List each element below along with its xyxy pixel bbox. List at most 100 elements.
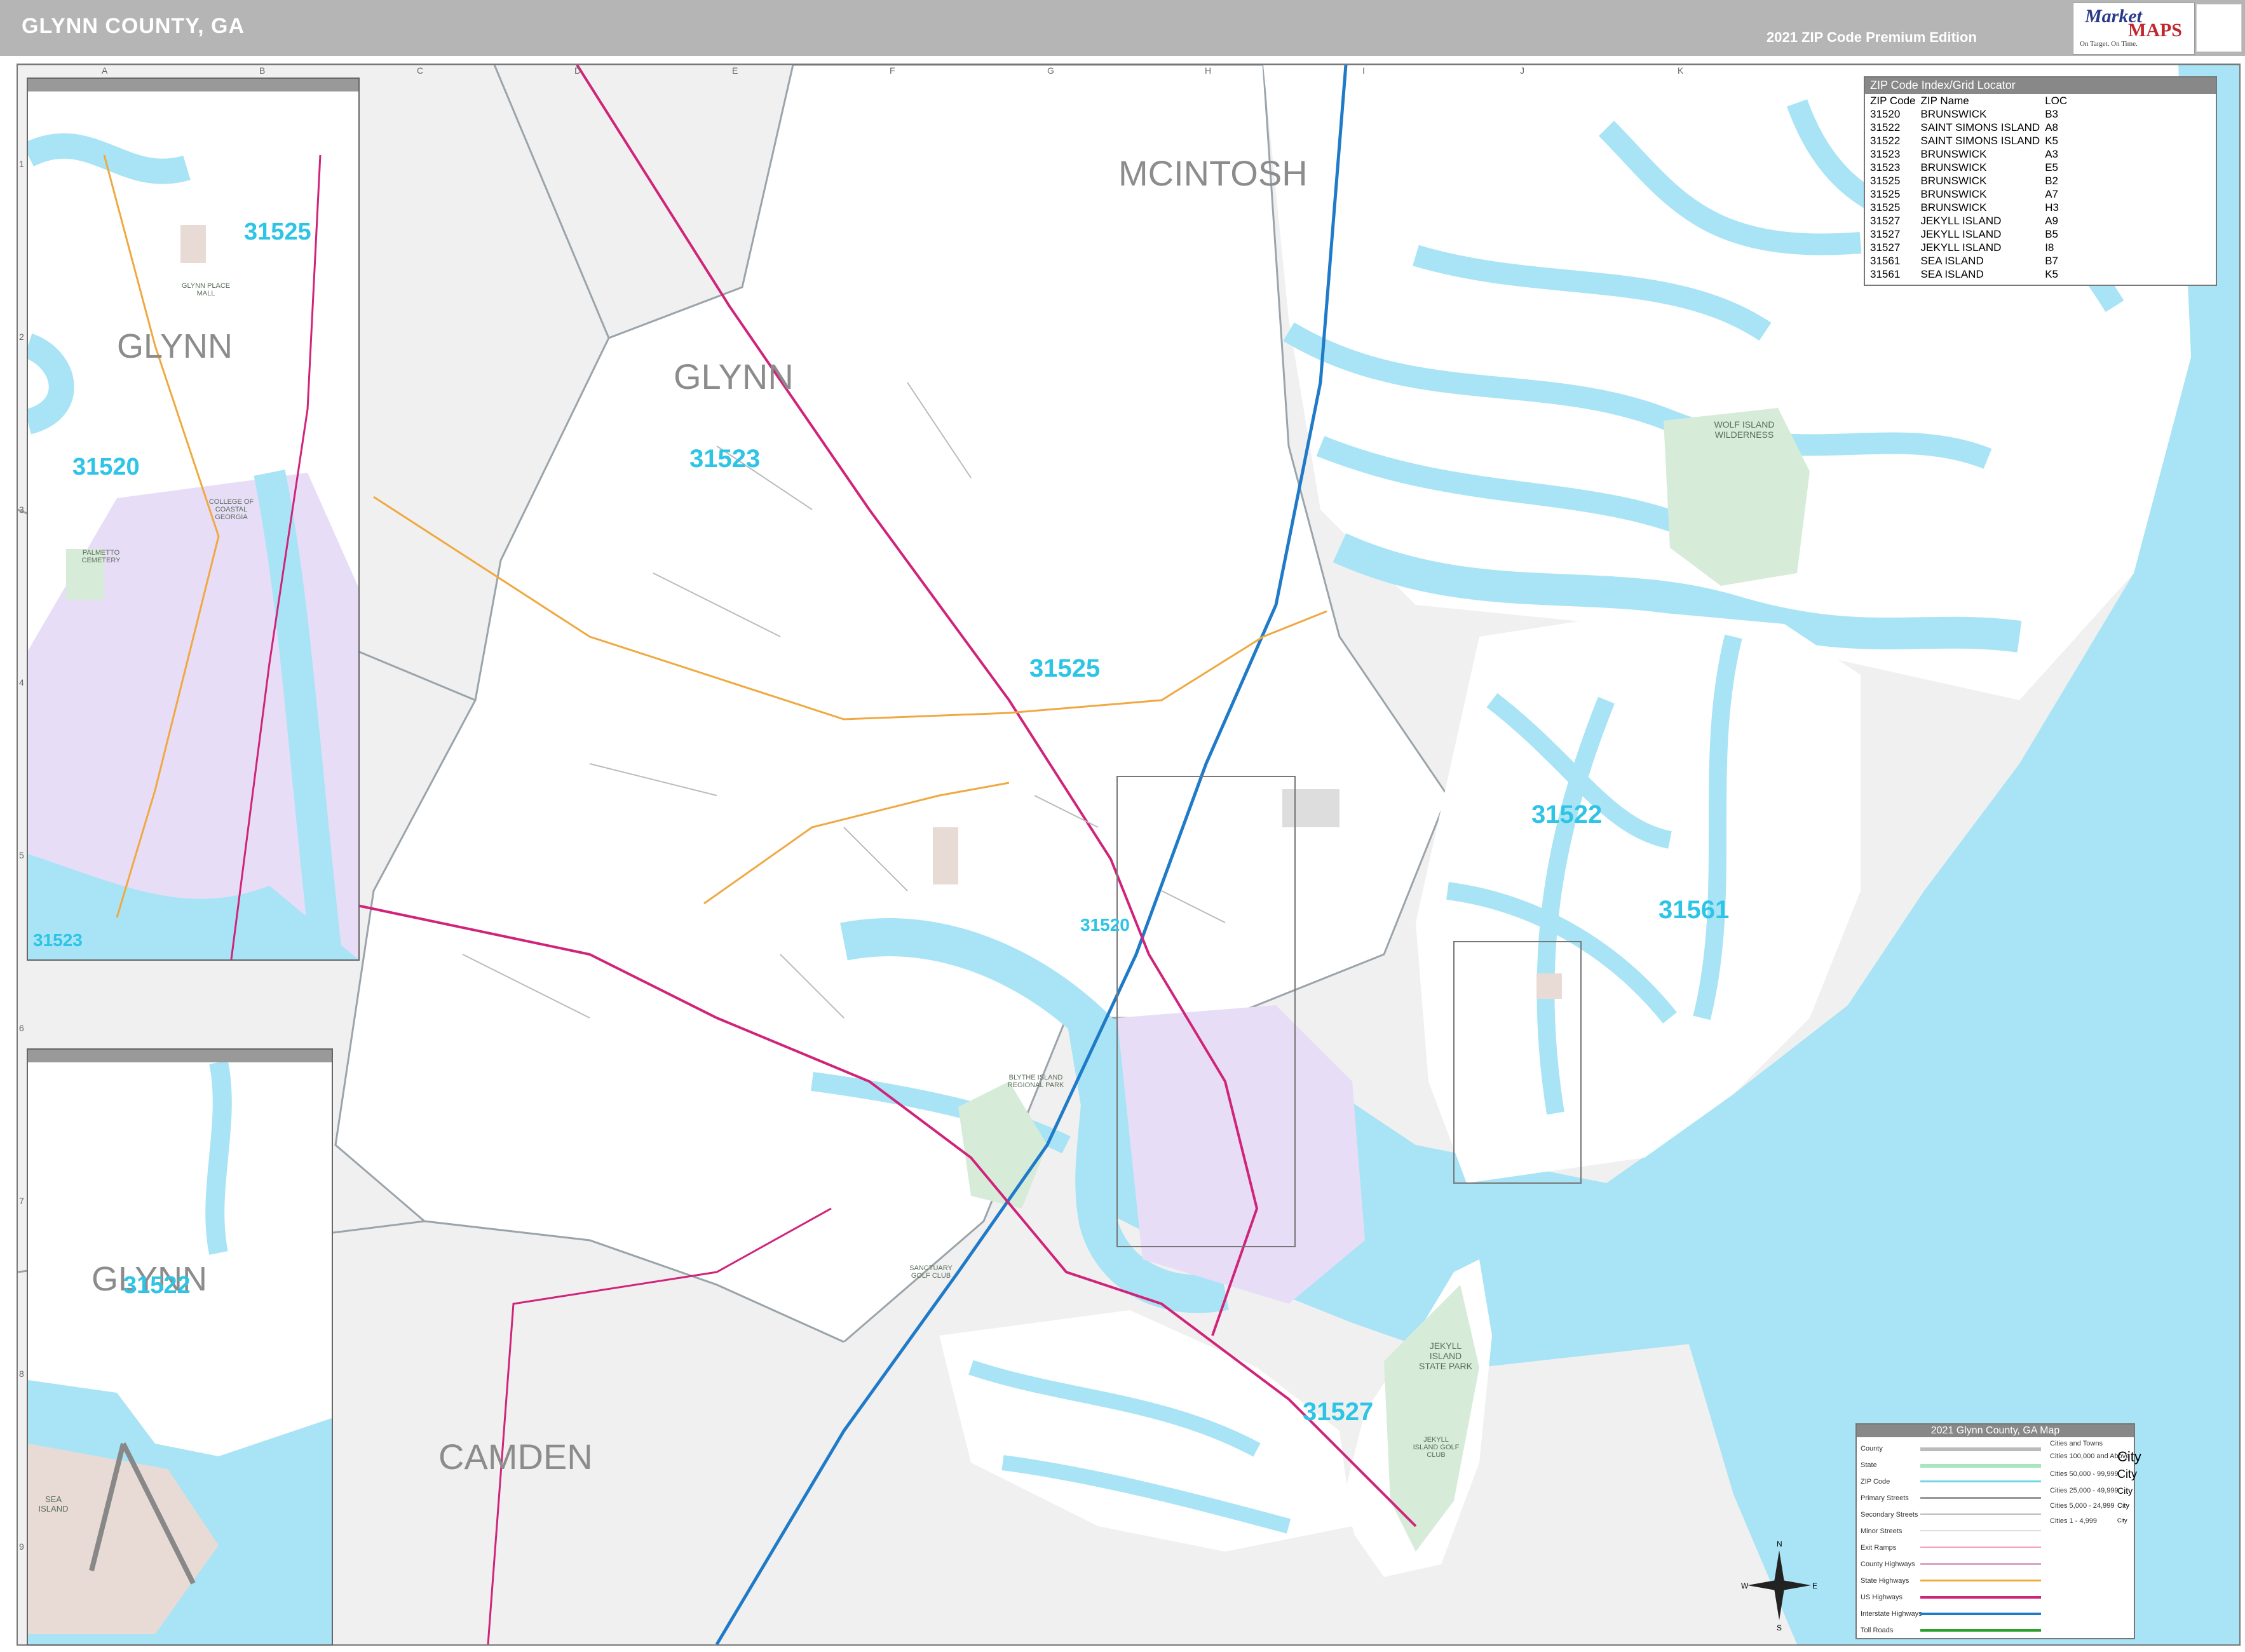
zip-index-col-zip: ZIP Code <box>1870 95 1916 107</box>
grid-number: 9 <box>19 1541 24 1552</box>
grid-letter: H <box>1205 65 1212 76</box>
cell-loc: K5 <box>2045 268 2058 280</box>
legend-swatch-primary <box>1920 1497 2041 1499</box>
cell-loc: B7 <box>2045 255 2058 267</box>
park-label-jekyll-island: JEKYLL ISLAND STATE PARK <box>1418 1341 1472 1371</box>
legend-swatch-county-hwy <box>1920 1563 2041 1565</box>
grid-number: 6 <box>19 1023 24 1033</box>
legend-swatch-county <box>1920 1447 2041 1451</box>
cell-name: BRUNSWICK <box>1920 188 1987 200</box>
cell-loc: A3 <box>2045 148 2058 160</box>
zip-index-row: 31523 BRUNSWICK E5 <box>1868 161 2070 174</box>
grid-letter: F <box>890 65 895 76</box>
grid-letter: B <box>259 65 266 76</box>
urban-area-2 <box>1536 973 1562 999</box>
legend-swatch-interstate <box>1920 1613 2041 1615</box>
legend-item: ZIP Code <box>1861 1478 1890 1486</box>
park-label-blythe-island: BLYTHE ISLAND REGIONAL PARK <box>1007 1074 1064 1089</box>
cell-name: BRUNSWICK <box>1920 201 1987 213</box>
inset-label-glynn-place-mall: GLYNN PLACE MALL <box>181 282 231 297</box>
legend-item: Exit Ramps <box>1861 1544 1897 1552</box>
inset-sea-island-zip-31522: 31522 <box>123 1272 191 1299</box>
zip-index-col-loc: LOC <box>2045 95 2068 107</box>
grid-number: 2 <box>19 332 24 342</box>
legend-item: Toll Roads <box>1861 1627 1894 1634</box>
cell-name: JEKYLL ISLAND <box>1920 241 2002 254</box>
zip-index-row: 31522 SAINT SIMONS ISLAND A8 <box>1868 121 2070 134</box>
zip-index-header-row: ZIP Code ZIP Name LOC <box>1868 94 2070 107</box>
zip-index-row: 31561 SEA ISLAND K5 <box>1868 267 2070 281</box>
cell-name: BRUNSWICK <box>1920 148 1987 160</box>
contact-box <box>2196 4 2242 52</box>
legend-cities-title: Cities and Towns <box>2050 1440 2103 1447</box>
zip-label-31520: 31520 <box>1080 915 1130 935</box>
zip-label-31522: 31522 <box>1531 801 1603 829</box>
legend-item: Secondary Streets <box>1861 1511 1918 1519</box>
map-legend: 2021 Glynn County, GA Map County State Z… <box>1855 1423 2141 1639</box>
county-label-camden: CAMDEN <box>438 1437 593 1477</box>
zip-index-row: 31522 SAINT SIMONS ISLAND K5 <box>1868 134 2070 147</box>
zip-index-table: ZIP Code ZIP Name LOC 31520 BRUNSWICK B3 3… <box>1868 94 2070 281</box>
grid-number: 1 <box>19 159 24 169</box>
inset-brunswick-urban <box>180 225 206 263</box>
grid-letter: I <box>1362 65 1365 76</box>
legend-item: State <box>1861 1461 1877 1469</box>
zip-index-row: 31527 JEKYLL ISLAND A9 <box>1868 214 2070 227</box>
legend-swatch-state-hwy <box>1920 1580 2041 1581</box>
airport-area <box>1282 789 1340 827</box>
legend-city-sample: City <box>2117 1468 2137 1480</box>
park-label-jekyll-golf: JEKYLL ISLAND GOLF CLUB <box>1413 1436 1460 1459</box>
inset-brunswick-zip-31525: 31525 <box>244 219 311 245</box>
cell-loc: K5 <box>2045 135 2058 147</box>
cell-zip: 31525 <box>1870 201 1901 213</box>
zip-label-31527: 31527 <box>1303 1398 1374 1426</box>
edition-label: 2021 ZIP Code Premium Edition <box>1767 29 1977 45</box>
inset-brunswick-county-label: GLYNN <box>117 327 233 365</box>
grid-number: 4 <box>19 677 24 687</box>
zip-label-31525: 31525 <box>1029 654 1101 682</box>
legend-item: State Highways <box>1861 1577 1909 1585</box>
cell-name: JEKYLL ISLAND <box>1920 228 2002 240</box>
logo-word-maps: MAPS <box>2128 20 2182 41</box>
inset-map-sea-island: GLYNN 31522 SEA ISLAND <box>27 1048 333 1646</box>
inset-label-palmetto: PALMETTO CEMETERY <box>81 549 121 564</box>
inset-sea-island-canvas <box>28 1062 332 1644</box>
grid-letter: G <box>1047 65 1054 76</box>
inset-sea-island-channel <box>205 1062 232 1255</box>
cell-zip: 31520 <box>1870 108 1901 120</box>
cell-name: SEA ISLAND <box>1920 255 1984 267</box>
legend-item: US Highways <box>1861 1594 1903 1601</box>
cell-zip: 31561 <box>1870 255 1901 267</box>
inset-brunswick-zip-31520: 31520 <box>72 454 140 480</box>
legend-city-row: Cities 1 - 4,999 <box>2050 1517 2097 1525</box>
cell-zip: 31527 <box>1870 241 1901 254</box>
zip-index-row: 31527 JEKYLL ISLAND I8 <box>1868 241 2070 254</box>
urban-area-1 <box>933 827 958 884</box>
cell-zip: 31527 <box>1870 215 1901 227</box>
park-label-wolf-island: WOLF ISLAND WILDERNESS <box>1714 419 1775 440</box>
inset-label-sea-island: SEA ISLAND <box>38 1494 69 1513</box>
cell-name: BRUNSWICK <box>1920 108 1987 120</box>
legend-city-row: Cities 50,000 - 99,999 <box>2050 1470 2119 1478</box>
cell-zip: 31525 <box>1870 175 1901 187</box>
zip-label-31523: 31523 <box>689 445 761 473</box>
zip-index-row: 31520 BRUNSWICK B3 <box>1868 107 2070 121</box>
park-label-sanctuary-golf: SANCTUARY GOLF CLUB <box>909 1264 953 1280</box>
zip-index-row: 31525 BRUNSWICK B2 <box>1868 174 2070 187</box>
inset-brunswick-zip-31523: 31523 <box>33 930 83 950</box>
grid-letter: E <box>732 65 738 76</box>
inset-label-college: COLLEGE OF COASTAL GEORGIA <box>208 498 254 521</box>
zip-index-row: 31527 JEKYLL ISLAND B5 <box>1868 227 2070 241</box>
legend-swatch-us-hwy <box>1920 1596 2041 1599</box>
legend-city-sample: City <box>2117 1517 2127 1524</box>
legend-swatch-exit <box>1920 1547 2041 1548</box>
county-label-glynn: GLYNN <box>674 356 794 396</box>
legend-city-sample: City <box>2117 1449 2141 1465</box>
market-maps-logo: Market MAPS On Target. On Time. <box>2073 3 2195 55</box>
zip-index-row: 31523 BRUNSWICK A3 <box>1868 147 2070 161</box>
legend-city-sample: City <box>2117 1502 2129 1510</box>
grid-letter: K <box>1678 65 1684 76</box>
cell-loc: B5 <box>2045 228 2058 240</box>
cell-loc: A9 <box>2045 215 2058 227</box>
cell-zip: 31522 <box>1870 121 1901 133</box>
